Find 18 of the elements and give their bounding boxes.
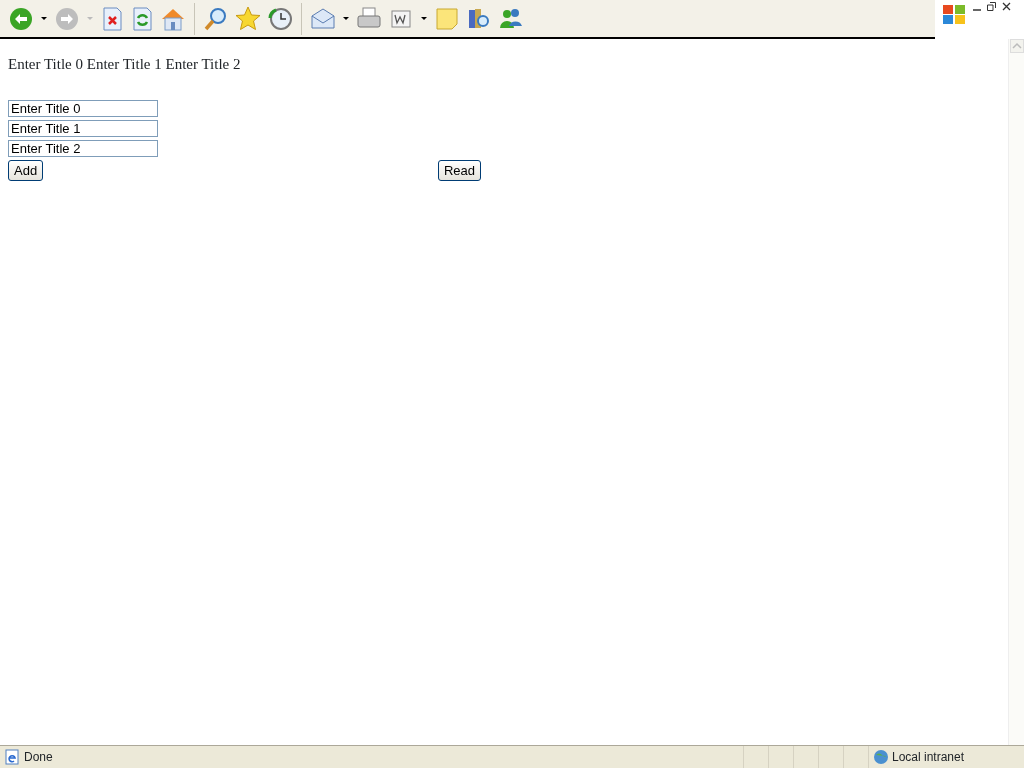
read-button[interactable]: Read xyxy=(437,159,481,181)
search-icon[interactable] xyxy=(203,5,229,32)
text-input-field[interactable]: Enter Title 2 xyxy=(8,139,158,157)
history-icon[interactable] xyxy=(267,5,293,32)
restore-icon[interactable] xyxy=(987,2,996,11)
close-icon[interactable] xyxy=(1002,2,1011,11)
windows-logo-icon xyxy=(941,2,967,26)
status-text: Done xyxy=(24,749,54,766)
text-input-field[interactable]: Enter Title 0 xyxy=(8,99,158,117)
refresh-icon[interactable] xyxy=(130,5,154,32)
text-input-field[interactable]: Enter Title 1 xyxy=(8,119,158,137)
page-text: Enter Title 0 Enter Title 1 Enter Title 2 xyxy=(8,55,241,74)
stop-icon[interactable] xyxy=(100,5,124,32)
security-zone: Local intranet xyxy=(891,749,964,766)
page-icon xyxy=(4,749,20,765)
star-icon[interactable] xyxy=(235,5,261,32)
globe-icon xyxy=(872,749,889,765)
add-button[interactable]: Add xyxy=(8,159,44,181)
